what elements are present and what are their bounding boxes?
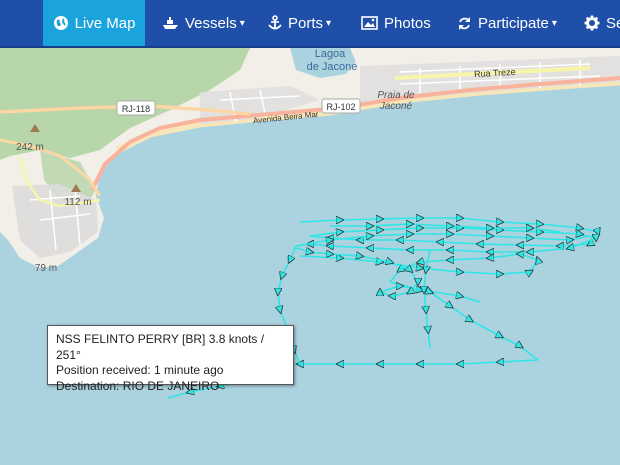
chevron-down-icon: ▾ <box>326 17 332 29</box>
chevron-down-icon: ▾ <box>551 17 557 29</box>
vessel-name-speed: NSS FELINTO PERRY [BR] 3.8 knots / 251° <box>56 332 265 362</box>
nav-photos[interactable]: Photos <box>361 0 431 46</box>
destination: Destination: RIO DE JANEIRO <box>56 378 220 393</box>
nav-settings-label: Se <box>606 14 620 32</box>
svg-text:RJ-118: RJ-118 <box>122 104 150 114</box>
anchor-icon <box>268 15 282 31</box>
globe-icon <box>53 15 69 31</box>
nav-live-map-label: Live Map <box>74 14 136 32</box>
nav-photos-label: Photos <box>384 14 431 32</box>
gear-icon <box>584 15 600 31</box>
rj102-shield: RJ-102 <box>321 98 361 114</box>
position-received: Position received: 1 minute ago <box>56 363 224 377</box>
nav-ports-label: Ports <box>288 14 324 32</box>
rj118-shield: RJ-118 <box>116 100 156 116</box>
map-canvas[interactable]: RJ-118 RJ-102 Avenida Beira Mar Lagoa de… <box>0 48 620 465</box>
lagoa-label: Lagoa <box>315 48 346 60</box>
svg-text:242 m: 242 m <box>16 142 44 153</box>
top-navbar: Live Map Vessels ▾ Ports ▾ Photos Partic… <box>0 0 620 48</box>
elevation-label: 79 m <box>35 263 57 274</box>
nav-participate[interactable]: Participate ▾ <box>457 0 557 46</box>
ship-icon <box>162 16 179 30</box>
nav-live-map[interactable]: Live Map <box>43 0 145 46</box>
nav-vessels[interactable]: Vessels ▾ <box>162 0 245 46</box>
nav-participate-label: Participate <box>478 14 549 32</box>
vessel-info-popup: NSS FELINTO PERRY [BR] 3.8 knots / 251° … <box>47 325 294 393</box>
nav-settings[interactable]: Se <box>584 0 620 46</box>
nav-vessels-label: Vessels <box>185 14 237 32</box>
praia-label: Praia de <box>377 90 415 101</box>
chevron-down-icon: ▾ <box>239 17 245 29</box>
lagoa-label-2: de Jacone <box>307 61 358 73</box>
refresh-icon <box>457 16 472 31</box>
photo-icon <box>361 16 378 30</box>
nav-ports[interactable]: Ports ▾ <box>268 0 331 46</box>
svg-text:112 m: 112 m <box>64 197 91 208</box>
svg-text:RJ-102: RJ-102 <box>326 102 355 112</box>
praia-label-2: Jaconé <box>379 101 413 112</box>
